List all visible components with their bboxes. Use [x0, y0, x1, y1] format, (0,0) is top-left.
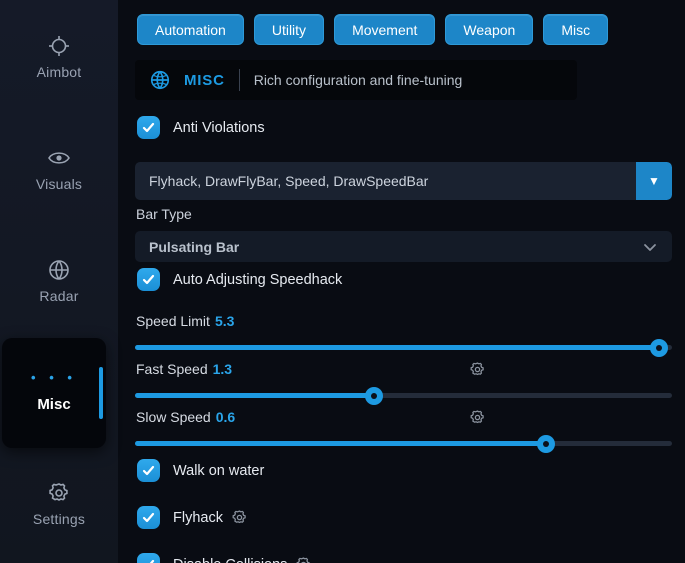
dropdown-triangle-icon: ▼	[648, 175, 660, 187]
sidebar-item-label: Radar	[39, 288, 78, 304]
section-title: MISC	[184, 72, 225, 89]
sidebar-item-label: Aimbot	[37, 64, 82, 80]
globe-icon	[149, 69, 171, 91]
multiselect-value: Flyhack, DrawFlyBar, Speed, DrawSpeedBar	[135, 173, 636, 189]
sidebar-item-misc[interactable]: • • • Misc	[2, 338, 106, 448]
checkbox-label: Flyhack	[173, 509, 248, 526]
walk-on-water-checkbox[interactable]	[137, 459, 160, 482]
slider-knob[interactable]	[537, 435, 555, 453]
sidebar-item-label: Visuals	[36, 176, 82, 192]
auto-adjusting-row: Auto Adjusting Speedhack	[137, 268, 342, 291]
checkmark-icon	[142, 464, 155, 477]
slider-knob[interactable]	[650, 339, 668, 357]
tab-utility[interactable]: Utility	[254, 14, 324, 45]
fast-speed-label: Fast Speed 1.3	[136, 361, 232, 377]
checkmark-icon	[142, 511, 155, 524]
bar-type-select[interactable]: Pulsating Bar	[135, 231, 672, 262]
slider-fill	[135, 441, 546, 446]
checkmark-icon	[142, 273, 155, 286]
gear-icon	[47, 481, 71, 505]
slider-label-text: Speed Limit	[136, 313, 210, 329]
multiselect-open-button[interactable]: ▼	[636, 162, 672, 200]
gear-icon[interactable]	[469, 361, 486, 378]
main-panel: Automation Utility Movement Weapon Misc …	[135, 0, 672, 563]
gear-icon[interactable]	[231, 509, 248, 526]
checkbox-label-text: Flyhack	[173, 510, 223, 526]
slider-knob[interactable]	[365, 387, 383, 405]
gear-icon[interactable]	[469, 409, 486, 426]
sidebar-item-visuals[interactable]: Visuals	[0, 146, 118, 194]
sidebar-item-label: Misc	[2, 396, 106, 413]
sidebar-item-aimbot[interactable]: Aimbot	[0, 34, 118, 82]
chevron-down-icon	[642, 239, 658, 255]
auto-adjusting-checkbox[interactable]	[137, 268, 160, 291]
slow-speed-label: Slow Speed 0.6	[136, 409, 235, 425]
walk-on-water-row: Walk on water	[137, 459, 264, 482]
speed-limit-slider[interactable]	[135, 345, 672, 350]
tab-movement[interactable]: Movement	[334, 14, 435, 45]
select-value: Pulsating Bar	[149, 239, 239, 255]
cheat-menu-window: Aimbot Visuals Radar • • • Misc	[0, 0, 685, 563]
divider	[239, 69, 240, 91]
anti-violations-row: Anti Violations	[137, 116, 265, 139]
flyhack-row: Flyhack	[137, 506, 248, 529]
section-subtitle: Rich configuration and fine-tuning	[254, 72, 463, 88]
slow-speed-slider[interactable]	[135, 441, 672, 446]
globe-icon	[47, 258, 71, 282]
fast-speed-slider[interactable]	[135, 393, 672, 398]
checkbox-label: Auto Adjusting Speedhack	[173, 272, 342, 288]
disable-collisions-checkbox[interactable]	[137, 553, 160, 563]
anti-violations-checkbox[interactable]	[137, 116, 160, 139]
slider-label-text: Fast Speed	[136, 361, 208, 377]
disable-collisions-row: Disable Collisions	[137, 553, 312, 563]
slider-label-text: Slow Speed	[136, 409, 211, 425]
tab-weapon[interactable]: Weapon	[445, 14, 533, 45]
bar-type-label: Bar Type	[136, 206, 192, 222]
sidebar-item-settings[interactable]: Settings	[0, 481, 118, 529]
flyhack-checkbox[interactable]	[137, 506, 160, 529]
sidebar: Aimbot Visuals Radar • • • Misc	[0, 0, 118, 563]
eye-icon	[47, 146, 71, 170]
checkbox-label: Disable Collisions	[173, 556, 312, 563]
section-header: MISC Rich configuration and fine-tuning	[135, 60, 577, 100]
category-tabs: Automation Utility Movement Weapon Misc	[137, 14, 608, 45]
bar-multiselect-field[interactable]: Flyhack, DrawFlyBar, Speed, DrawSpeedBar…	[135, 162, 672, 200]
checkbox-label: Walk on water	[173, 463, 264, 479]
three-dots-icon: • • •	[2, 370, 106, 385]
checkmark-icon	[142, 558, 155, 563]
slider-value: 0.6	[216, 409, 235, 425]
tab-automation[interactable]: Automation	[137, 14, 244, 45]
checkbox-label-text: Disable Collisions	[173, 557, 287, 563]
tab-misc[interactable]: Misc	[543, 14, 608, 45]
sidebar-item-label: Settings	[33, 511, 85, 527]
slider-value: 5.3	[215, 313, 234, 329]
slider-value: 1.3	[213, 361, 232, 377]
sidebar-item-radar[interactable]: Radar	[0, 258, 118, 306]
slider-fill	[135, 345, 659, 350]
slider-fill	[135, 393, 374, 398]
active-indicator-bar	[99, 367, 103, 419]
speed-limit-label: Speed Limit 5.3	[136, 313, 234, 329]
crosshair-icon	[47, 34, 71, 58]
gear-icon[interactable]	[295, 556, 312, 563]
checkbox-label: Anti Violations	[173, 120, 265, 136]
checkmark-icon	[142, 121, 155, 134]
